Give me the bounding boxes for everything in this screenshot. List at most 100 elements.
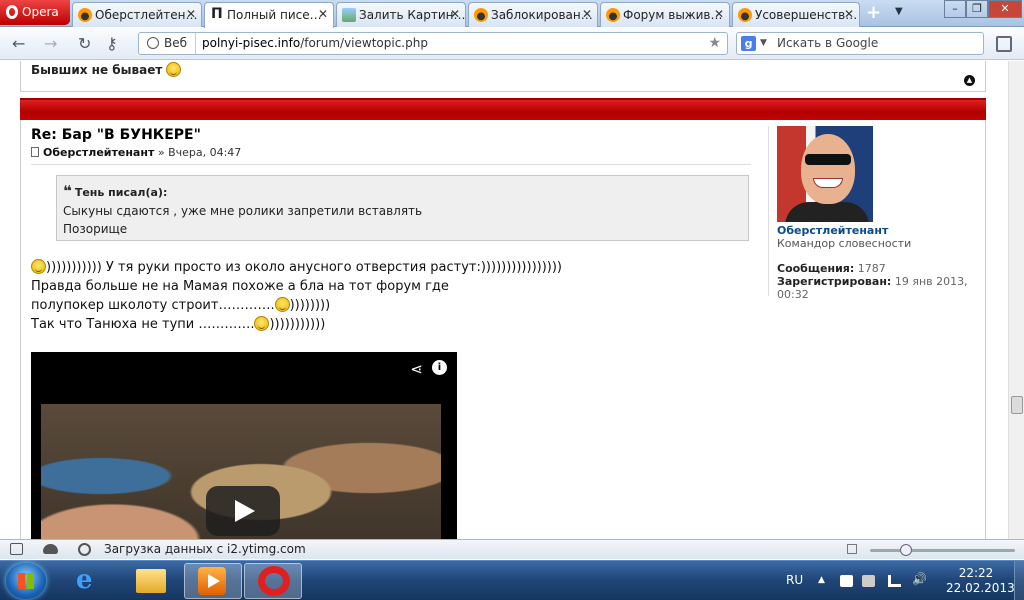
site-p-favicon-icon: П (211, 6, 223, 22)
forum-favicon-icon (606, 8, 620, 22)
quote-author: Тень писал(а): (74, 186, 168, 199)
posts-label: Сообщения: (777, 262, 855, 275)
google-icon[interactable]: g (741, 36, 756, 51)
web-mode-label: Веб (164, 36, 188, 50)
address-url: polnyi-pisec.info/forum/viewtopic.php (196, 36, 428, 50)
back-arrow-icon[interactable]: ← (12, 34, 25, 53)
embedded-video[interactable]: ⋖ i (31, 352, 457, 539)
posts-count-row: Сообщения: 1787 (777, 262, 978, 275)
volume-icon[interactable]: 🔊 (912, 572, 927, 586)
quote-header: ❝ Тень писал(а): (63, 182, 748, 202)
close-tab-icon[interactable]: ✕ (318, 7, 328, 21)
close-window-icon[interactable]: ✕ (988, 0, 1022, 18)
tab-list-chevron-down-icon[interactable]: ▼ (895, 6, 903, 17)
body-line: полупокер школоту строит………….)))))))) (31, 296, 562, 315)
media-player-icon (198, 567, 226, 595)
body-line: ))))))))))) У тя руки просто из около ан… (31, 258, 562, 277)
signature-text: Бывших не бывает (31, 63, 163, 77)
avatar-shirt (785, 202, 869, 222)
web-mode-indicator[interactable]: Веб (139, 33, 197, 54)
tab-5[interactable]: Усовершенств… ✕ (732, 2, 860, 27)
search-placeholder: Искать в Google (777, 36, 879, 50)
body-text: полупокер школоту строит…………. (31, 298, 275, 313)
meta-separator: » (154, 146, 169, 159)
search-input[interactable]: g ▼ Искать в Google (736, 32, 984, 55)
divider (31, 164, 751, 165)
signal-icon[interactable] (888, 575, 901, 587)
forum-favicon-icon (78, 8, 92, 22)
address-field[interactable]: Веб polnyi-pisec.info/forum/viewtopic.php… (138, 32, 728, 55)
tab-2[interactable]: Залить Картин… ✕ (336, 2, 466, 27)
body-text: ))))))))))) У тя руки просто из около ан… (46, 260, 563, 275)
system-clock[interactable]: 22:22 22.02.2013 (946, 566, 1015, 596)
forward-arrow-icon[interactable]: → (44, 34, 57, 53)
view-icon[interactable] (847, 544, 857, 554)
panel-toggle-icon[interactable] (10, 543, 23, 555)
tab-0[interactable]: Оберстлейтен… ✕ (72, 2, 202, 27)
image-favicon-icon (342, 8, 356, 22)
quote-mark-icon: ❝ (63, 182, 72, 200)
reload-icon[interactable]: ↻ (78, 34, 91, 53)
info-icon[interactable]: i (432, 360, 447, 375)
globe-icon (147, 37, 159, 49)
new-tab-button[interactable]: + (866, 2, 881, 23)
body-line: Так что Танюха не тупи ………….))))))))))) (31, 315, 562, 334)
post-date: Вчера, 04:47 (168, 146, 242, 159)
tab-title: Оберстлейтен… (95, 8, 198, 22)
tools-icon[interactable] (996, 36, 1012, 52)
close-tab-icon[interactable]: ✕ (582, 7, 592, 21)
post-header-bar (20, 98, 986, 120)
back-to-top-icon[interactable]: ▲ (964, 75, 975, 86)
minimize-window-icon[interactable]: – (944, 0, 966, 18)
registered-row: Зарегистрирован: 19 янв 2013, 00:32 (777, 275, 978, 301)
post-title: Re: Бар "В БУНКЕРЕ" (31, 127, 201, 143)
close-tab-icon[interactable]: ✕ (714, 7, 724, 21)
close-tab-icon[interactable]: ✕ (844, 7, 854, 21)
registered-label: Зарегистрирован: (777, 275, 892, 288)
language-indicator[interactable]: RU (786, 573, 803, 587)
opera-menu-button[interactable]: Opera (0, 0, 70, 25)
close-tab-icon[interactable]: ✕ (450, 7, 460, 21)
play-button[interactable] (206, 486, 280, 536)
profile-name-link[interactable]: Оберстлейтенант (777, 224, 978, 237)
tab-title: Заблокирован… (491, 8, 593, 22)
speed-dial-icon[interactable] (78, 543, 91, 556)
quote-line: Сыкуны сдаются , уже мне ролики запретил… (63, 204, 423, 218)
forum-favicon-icon (738, 8, 752, 22)
avatar-sunglasses (805, 154, 851, 165)
chevron-down-icon[interactable]: ▼ (760, 33, 767, 54)
opera-icon (258, 566, 290, 596)
cloud-icon[interactable] (43, 544, 58, 554)
zoom-slider-handle[interactable] (900, 544, 913, 556)
show-desktop-button[interactable] (1014, 561, 1024, 600)
url-path: /forum/viewtopic.php (300, 36, 428, 50)
page-content: Бывших не бывает ▲ Re: Бар "В БУНКЕРЕ" О… (0, 61, 1008, 539)
post-author-link[interactable]: Оберстлейтенант (43, 146, 154, 159)
opera-menu-label: Opera (22, 5, 59, 19)
flag-icon[interactable] (840, 575, 853, 587)
maximize-window-icon[interactable]: ❐ (966, 0, 988, 18)
tab-4[interactable]: Форум выжив… ✕ (600, 2, 730, 27)
close-tab-icon[interactable]: ✕ (186, 7, 196, 21)
scrollbar-thumb[interactable] (1011, 396, 1023, 414)
tab-3[interactable]: Заблокирован… ✕ (468, 2, 598, 27)
previous-post-footer: Бывших не бывает ▲ (20, 61, 986, 92)
tab-1[interactable]: П Полный писе… ✕ (204, 2, 334, 28)
vertical-scrollbar[interactable] (1008, 61, 1024, 539)
bookmark-star-icon[interactable]: ★ (708, 33, 721, 54)
post-signature: Бывших не бывает (31, 62, 182, 77)
network-icon[interactable] (862, 575, 875, 587)
quote-block: ❝ Тень писал(а): Сыкуны сдаются , уже мне… (56, 175, 749, 241)
quote-line: Позорище (63, 222, 128, 236)
post-body: ))))))))))) У тя руки просто из около ан… (31, 258, 562, 334)
start-button[interactable] (6, 563, 46, 599)
avatar-head (801, 134, 855, 204)
status-text: Загрузка данных с i2.ytimg.com (104, 542, 306, 556)
tray-expand-icon[interactable]: ▲ (818, 575, 831, 587)
key-icon[interactable]: ⚷ (106, 34, 118, 53)
post-document-icon[interactable] (31, 147, 39, 157)
share-icon[interactable]: ⋖ (410, 360, 423, 378)
smile-icon (274, 297, 290, 312)
profile-stats: Сообщения: 1787 Зарегистрирован: 19 янв … (777, 262, 978, 301)
zoom-slider[interactable] (870, 549, 1015, 552)
